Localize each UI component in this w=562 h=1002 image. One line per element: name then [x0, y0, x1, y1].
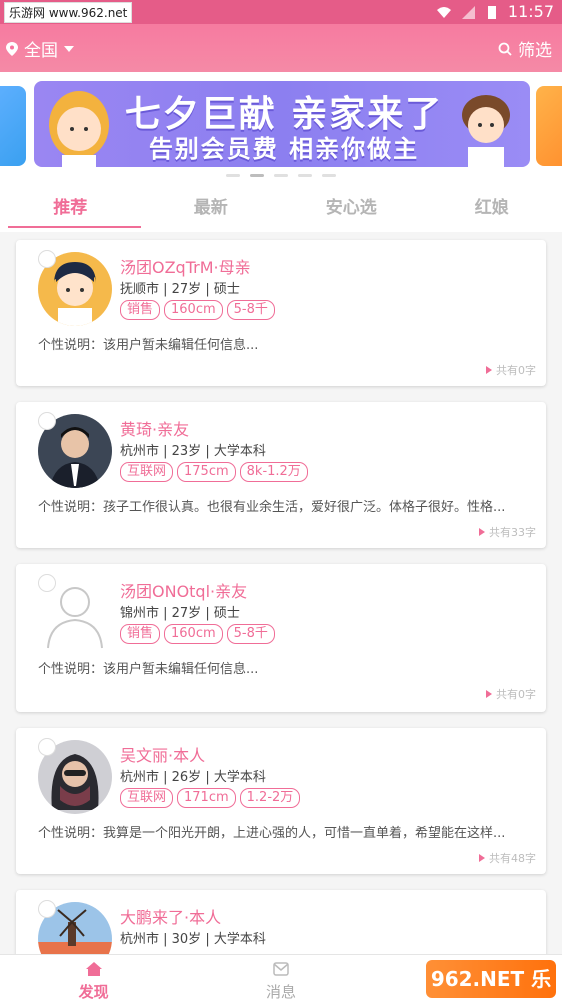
- triangle-icon: [486, 690, 492, 698]
- profile-bio: 个性说明：该用户暂未编辑任何信息...: [38, 662, 259, 677]
- profile-card[interactable]: 吴文丽·本人 杭州市 | 26岁 | 大学本科 互联网 171cm 1.2-2万…: [16, 728, 546, 874]
- status-watermark: 乐游网 www.962.net: [4, 2, 133, 23]
- tab-latest[interactable]: 最新: [141, 184, 282, 232]
- profile-meta: 杭州市 | 30岁 | 大学本科: [120, 932, 266, 947]
- top-bar: 乐游网 www.962.net 11:57 全国 筛选: [0, 0, 562, 72]
- nav-discover[interactable]: 发现: [0, 955, 187, 1002]
- corner-watermark: 962.NET 乐游网: [426, 960, 556, 998]
- profile-list: 汤团OZqTrM·母亲 抚顺市 | 27岁 | 硕士 销售 160cm 5-8千…: [0, 232, 562, 954]
- carousel-dot: [226, 174, 240, 177]
- tag-height: 175cm: [177, 462, 236, 482]
- word-count: 共有33字: [479, 524, 536, 540]
- profile-tags: 销售 160cm 5-8千: [120, 624, 275, 644]
- header: 全国 筛选: [0, 24, 562, 72]
- tag-occupation: 销售: [120, 624, 161, 644]
- location-label: 全国: [24, 41, 58, 61]
- tag-income: 8k-1.2万: [239, 462, 308, 482]
- banner-carousel[interactable]: 七夕巨献 亲家来了 告别会员费 相亲你做主: [0, 72, 562, 184]
- profile-name[interactable]: 黄琦·亲友: [120, 416, 189, 440]
- banner-slide[interactable]: 七夕巨献 亲家来了 告别会员费 相亲你做主: [34, 81, 530, 167]
- message-icon: [273, 962, 289, 976]
- tab-matchmaker[interactable]: 红娘: [422, 184, 562, 232]
- filter-label: 筛选: [518, 41, 552, 61]
- badge-icon: [38, 900, 56, 918]
- battery-icon: [487, 5, 496, 19]
- badge-icon: [38, 250, 56, 268]
- profile-bio: 个性说明：孩子工作很认真。也很有业余生活，爱好很广泛。体格子很好。性格...: [38, 500, 506, 515]
- tag-height: 160cm: [164, 624, 223, 644]
- tab-safe-choice[interactable]: 安心选: [281, 184, 422, 232]
- clock: 11:57: [507, 2, 554, 21]
- profile-card[interactable]: 汤团OZqTrM·母亲 抚顺市 | 27岁 | 硕士 销售 160cm 5-8千…: [16, 240, 546, 386]
- filter-button[interactable]: 筛选: [498, 36, 552, 61]
- status-bar: 乐游网 www.962.net 11:57: [0, 0, 562, 24]
- nav-messages-label: 消息: [265, 983, 296, 1001]
- tag-occupation: 互联网: [120, 462, 174, 482]
- word-count-label: 共有48字: [489, 852, 536, 865]
- profile-meta: 杭州市 | 23岁 | 大学本科: [120, 444, 266, 459]
- profile-meta: 杭州市 | 26岁 | 大学本科: [120, 770, 266, 785]
- tag-height: 160cm: [164, 300, 223, 320]
- profile-card[interactable]: 黄琦·亲友 杭州市 | 23岁 | 大学本科 互联网 175cm 8k-1.2万…: [16, 402, 546, 548]
- profile-tags: 销售 160cm 5-8千: [120, 300, 275, 320]
- profile-meta: 锦州市 | 27岁 | 硕士: [120, 606, 240, 621]
- profile-card[interactable]: 大鹏来了·本人 杭州市 | 30岁 | 大学本科: [16, 890, 546, 954]
- home-icon: [85, 962, 102, 976]
- location-pin-icon: [6, 41, 18, 56]
- triangle-icon: [479, 528, 485, 536]
- word-count-label: 共有33字: [489, 526, 536, 539]
- signal-icon: [461, 5, 475, 19]
- carousel-dot-active: [250, 174, 264, 177]
- cartoon-boy-image: [462, 95, 510, 167]
- word-count: 共有48字: [479, 850, 536, 866]
- profile-name[interactable]: 吴文丽·本人: [120, 742, 205, 766]
- triangle-icon: [479, 854, 485, 862]
- tag-occupation: 销售: [120, 300, 161, 320]
- tag-occupation: 互联网: [120, 788, 174, 808]
- tab-recommended[interactable]: 推荐: [0, 184, 141, 232]
- tab-bar: 推荐 最新 安心选 红娘: [0, 184, 562, 232]
- tag-income: 5-8千: [226, 300, 275, 320]
- word-count-label: 共有0字: [496, 364, 536, 377]
- badge-icon: [38, 574, 56, 592]
- carousel-dot: [322, 174, 336, 177]
- profile-tags: 互联网 171cm 1.2-2万: [120, 788, 301, 808]
- profile-name[interactable]: 汤团OZqTrM·母亲: [120, 254, 251, 278]
- chevron-down-icon: [64, 45, 74, 52]
- profile-tags: 互联网 175cm 8k-1.2万: [120, 462, 308, 482]
- profile-bio: 个性说明：该用户暂未编辑任何信息...: [38, 338, 259, 353]
- search-icon: [498, 42, 512, 56]
- tag-height: 171cm: [177, 788, 236, 808]
- triangle-icon: [486, 366, 492, 374]
- cartoon-girl-image: [49, 91, 109, 167]
- profile-name[interactable]: 汤团ONOtql·亲友: [120, 578, 247, 602]
- word-count-label: 共有0字: [496, 688, 536, 701]
- carousel-dot: [274, 174, 288, 177]
- badge-icon: [38, 412, 56, 430]
- banner-prev-card[interactable]: [0, 86, 26, 166]
- tag-income: 1.2-2万: [239, 788, 301, 808]
- banner-next-card[interactable]: [536, 86, 562, 166]
- word-count: 共有0字: [486, 686, 536, 702]
- profile-name[interactable]: 大鹏来了·本人: [120, 904, 221, 928]
- profile-meta: 抚顺市 | 27岁 | 硕士: [120, 282, 240, 297]
- banner-subtitle: 告别会员费 相亲你做主: [148, 135, 420, 163]
- location-selector[interactable]: 全国: [6, 36, 74, 61]
- profile-bio: 个性说明：我算是一个阳光开朗，上进心强的人，可惜一直单着，希望能在这样...: [38, 826, 506, 841]
- wifi-icon: [436, 6, 451, 18]
- profile-card[interactable]: 汤团ONOtql·亲友 锦州市 | 27岁 | 硕士 销售 160cm 5-8千…: [16, 564, 546, 712]
- carousel-indicator: [0, 174, 562, 177]
- tag-income: 5-8千: [226, 624, 275, 644]
- nav-discover-label: 发现: [78, 983, 109, 1001]
- nav-messages[interactable]: 消息: [187, 955, 374, 1002]
- word-count: 共有0字: [486, 362, 536, 378]
- carousel-dot: [298, 174, 312, 177]
- badge-icon: [38, 738, 56, 756]
